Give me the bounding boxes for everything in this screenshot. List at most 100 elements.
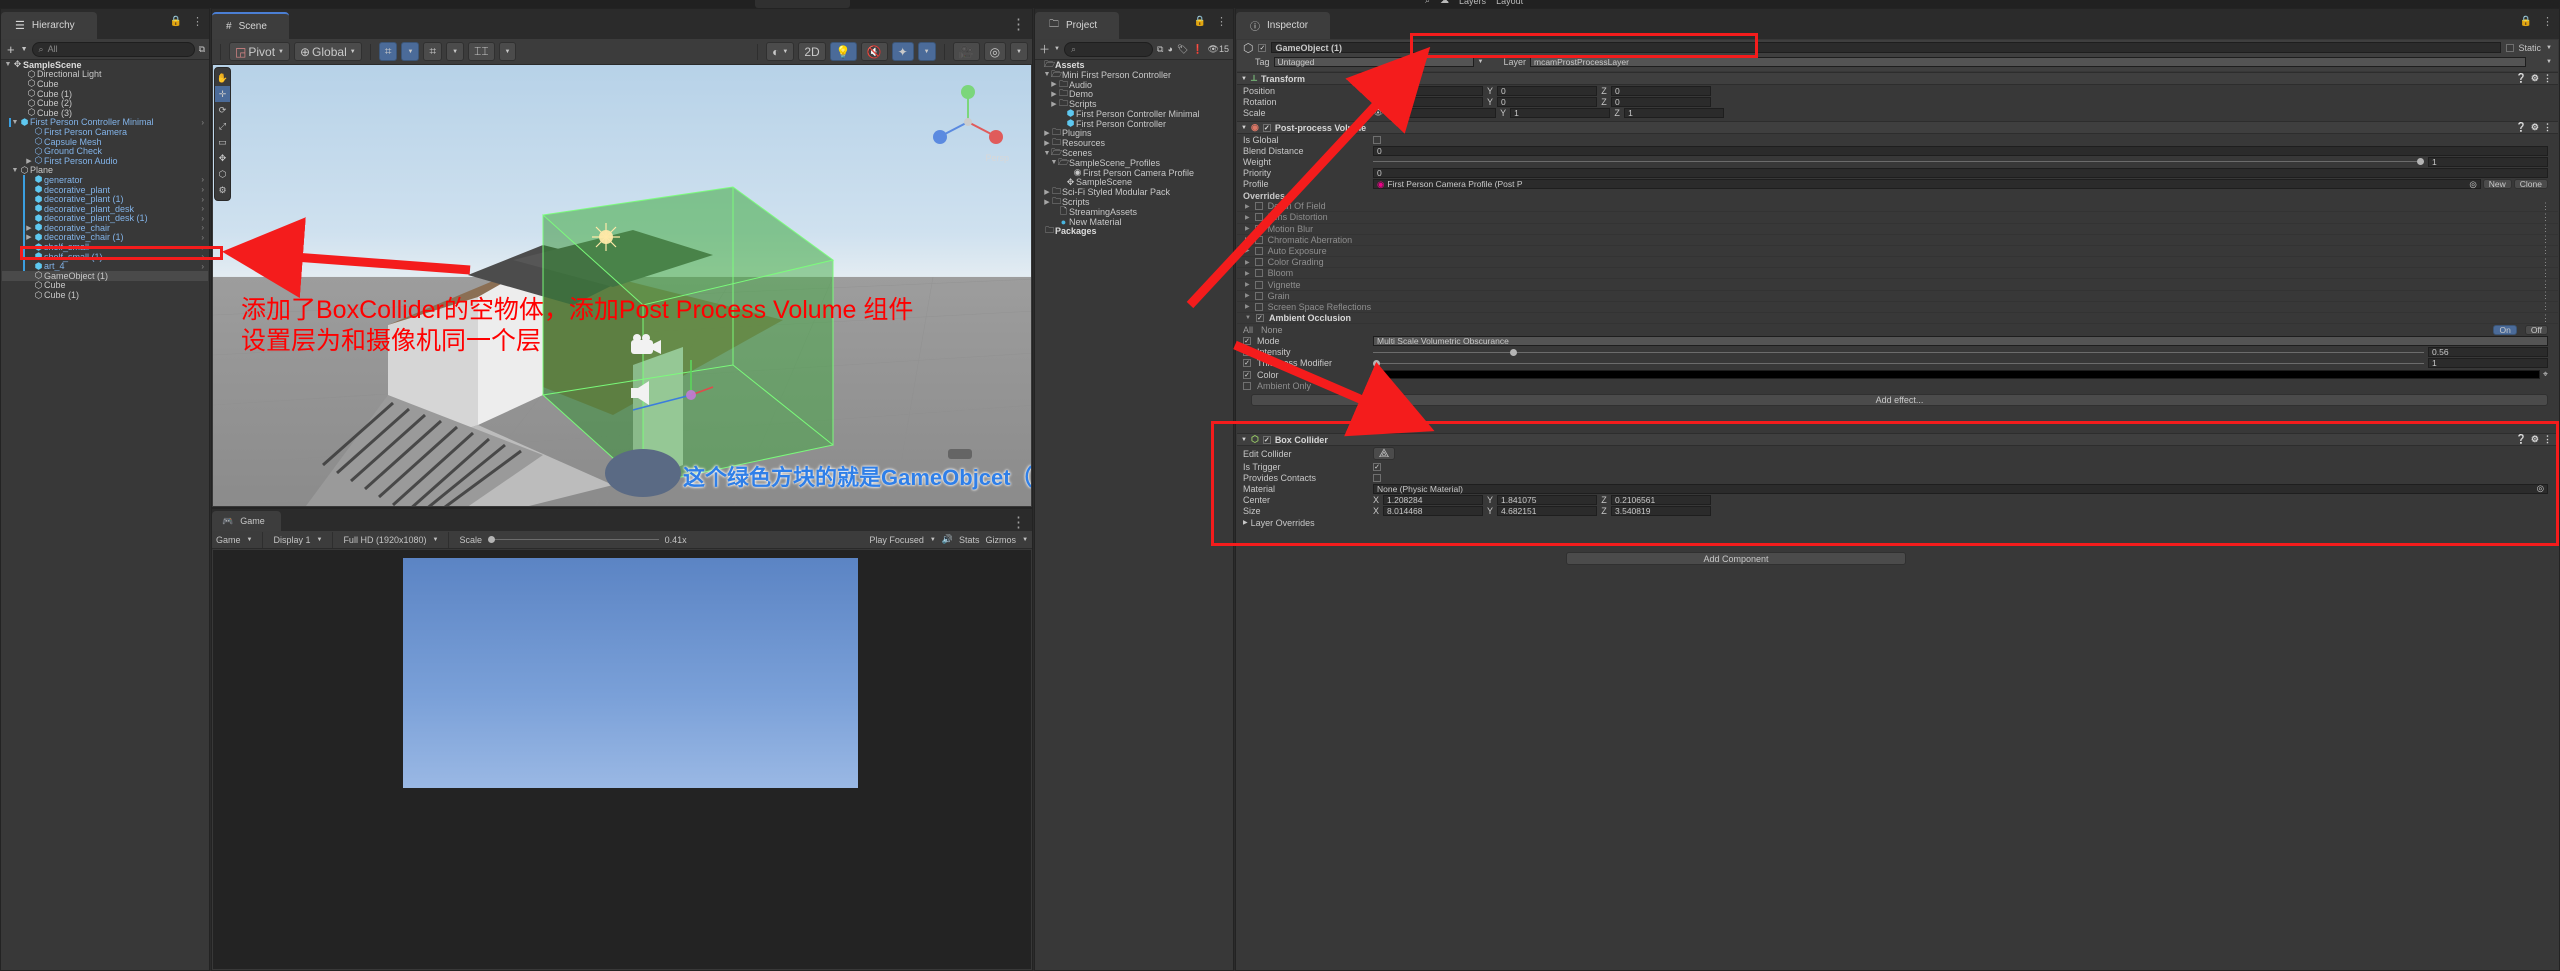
override-checkbox[interactable] [1254,291,1263,300]
grid-visibility-button[interactable]: ⌗ [423,42,443,61]
ao-intensity-field[interactable]: 0.56 [2428,347,2548,358]
hierarchy-item-cube-3[interactable]: ⬡ Cube (3) [2,107,208,118]
chevron-right-icon[interactable]: ▶ [1050,80,1058,88]
custom-tool[interactable]: ⬡ [215,166,230,182]
chevron-down-icon[interactable]: ▼ [1245,315,1251,321]
chevron-right-icon[interactable]: › [201,243,204,252]
component-menu-icon[interactable]: ⋮ [2543,434,2552,445]
chevron-right-icon[interactable]: ▶ [1050,90,1058,98]
search-icon[interactable]: ⌕ [1425,0,1430,6]
scene-fx-dropdown[interactable]: ▼ [917,42,936,61]
project-filter-error-icon[interactable]: ❗ [1192,44,1203,55]
override-checkbox[interactable]: ✓ [1255,314,1264,323]
chevron-down-icon[interactable]: ▼ [2546,59,2552,65]
scene-gizmos-toggle[interactable]: ◎ [983,42,1007,61]
foldout-icon[interactable]: ▶ [1243,519,1248,526]
chevron-right-icon[interactable]: ▶ [25,224,33,232]
chevron-right-icon[interactable]: › [201,185,204,194]
project-item-samplescene-profiles[interactable]: ▼ 🗁 SampleScene_Profiles [1036,157,1232,168]
override-motion-blur[interactable]: ▶ Motion Blur ⋮ [1237,223,2558,235]
chevron-right-icon[interactable]: › [201,195,204,204]
chevron-right-icon[interactable]: › [201,214,204,223]
postprocess-enabled-checkbox[interactable]: ✓ [1262,123,1271,132]
size-x-field[interactable]: 8.014468 [1383,506,1483,517]
grid-snap-button[interactable]: ⌗ [378,42,398,61]
project-item-assets[interactable]: 🗁 Assets [1036,59,1232,70]
game-menu-icon[interactable]: ⋮ [1011,513,1026,531]
project-search-input[interactable]: ⌕ [1063,41,1154,57]
pivot-toggle[interactable]: ◲ Pivot ▼ [229,42,290,61]
layout-dropdown[interactable]: Layout [1496,0,1523,6]
chevron-right-icon[interactable]: ▶ [1245,203,1250,210]
chevron-right-icon[interactable]: › [201,262,204,271]
add-object-button[interactable]: + [5,42,17,57]
chevron-right-icon[interactable]: › [201,223,204,232]
override-menu-icon[interactable]: ⋮ [2541,268,2550,279]
override-menu-icon[interactable]: ⋮ [2541,313,2550,324]
chevron-right-icon[interactable]: › [201,252,204,261]
object-picker-icon[interactable]: ◎ [2469,179,2476,190]
hierarchy-item-cube-1[interactable]: ⬡ Cube (1) [2,290,208,301]
hierarchy-menu-icon[interactable]: ⋮ [192,15,203,28]
tab-project[interactable]: 🗀 Project [1035,12,1120,39]
inspector-menu-icon[interactable]: ⋮ [2542,15,2553,28]
override-screen-space-reflections[interactable]: ▶ Screen Space Reflections ⋮ [1237,301,2558,313]
scene-2d-toggle[interactable]: 2D [798,42,826,61]
project-hidden-count[interactable]: 👁15 [1208,44,1229,55]
override-auto-exposure[interactable]: ▶ Auto Exposure ⋮ [1237,245,2558,258]
tab-hierarchy[interactable]: ☰ Hierarchy [1,12,97,39]
game-mute-toggle[interactable]: 🔊 [942,534,953,545]
rotate-tool[interactable]: ⟳ [215,102,230,118]
override-menu-icon[interactable]: ⋮ [2541,234,2550,245]
center-x-field[interactable]: 1.208284 [1383,495,1483,506]
scene-shading-mode[interactable]: ◐ ▼ [766,42,795,61]
transform-rotation-y-field[interactable]: 0 [1497,96,1597,107]
scene-viewport[interactable]: Persp 添加了BoxCollider的空物体，添加Post Process … [213,65,1031,506]
scale-tool[interactable]: ⤢ [215,118,230,134]
grid-snap-dropdown[interactable]: ▼ [401,42,420,61]
chevron-right-icon[interactable]: ▶ [1245,225,1250,232]
hierarchy-tree[interactable]: ▼ ✥ SampleScene ⬡ Directional Light ⬡ Cube ⬡ Cub… [2,59,208,969]
preset-icon[interactable]: ⚙ [2531,122,2539,133]
component-menu-icon[interactable]: ⋮ [2543,73,2552,84]
chevron-down-icon[interactable]: ▼ [1054,46,1060,52]
ao-mode-checkbox[interactable]: ✓ [1243,336,1251,345]
snap-increment-dropdown[interactable]: ▼ [498,42,517,61]
layers-dropdown[interactable]: Layers [1459,0,1486,6]
override-ambient-occlusion[interactable]: ▼ ✓ Ambient Occlusion ⋮ [1237,313,2558,325]
scene-fx-toggle[interactable]: ✦ [891,42,914,61]
project-item-new-material[interactable]: ● New Material [1036,217,1232,227]
transform-position-z-field[interactable]: 0 [1611,85,1711,96]
game-stats-button[interactable]: Stats [959,535,980,545]
ao-none-button[interactable]: None [1261,325,1283,335]
account-icon[interactable]: ☁ [1440,0,1449,6]
transform-scale-z-field[interactable]: 1 [1624,107,1725,118]
ao-color-swatch[interactable] [1373,370,2540,380]
ao-thickness-checkbox[interactable]: ✓ [1243,359,1251,368]
add-dropdown-icon[interactable]: ▼ [21,46,28,53]
game-scale-slider[interactable] [487,535,659,545]
override-grain[interactable]: ▶ Grain ⋮ [1237,290,2558,302]
chevron-right-icon[interactable]: ▶ [1245,292,1250,299]
chevron-down-icon[interactable]: ▼ [316,537,322,543]
override-menu-icon[interactable]: ⋮ [2541,290,2550,301]
chevron-right-icon[interactable]: ▶ [25,233,33,241]
hand-tool[interactable]: ✋ [215,70,230,86]
ao-thickness-field[interactable]: 1 [2428,358,2548,369]
transform-tool[interactable]: ✥ [215,150,230,166]
chevron-down-icon[interactable]: ▼ [247,537,253,543]
is-trigger-checkbox[interactable]: ✓ [1373,462,1381,471]
project-item-samplescene[interactable]: ✥ SampleScene [1036,177,1232,188]
layer-overrides-row[interactable]: ▶ Layer Overrides [1237,517,2558,528]
lock-icon[interactable]: 🔒 [170,16,182,27]
override-checkbox[interactable] [1254,280,1263,289]
tag-dropdown[interactable]: Untagged [1273,57,1474,67]
postprocess-header[interactable]: ▼ ◉ ✓ Post-process Volume ❔ ⚙ ⋮ [1237,121,2558,134]
hierarchy-search-input[interactable]: ⌕ All [31,41,195,57]
weight-field[interactable]: 1 [2428,156,2548,167]
ao-color-checkbox[interactable]: ✓ [1243,370,1251,379]
ao-off-button[interactable]: Off [2524,324,2548,335]
override-checkbox[interactable] [1254,213,1263,222]
override-menu-icon[interactable]: ⋮ [2541,257,2550,268]
transform-rotation-z-field[interactable]: 0 [1611,96,1711,107]
